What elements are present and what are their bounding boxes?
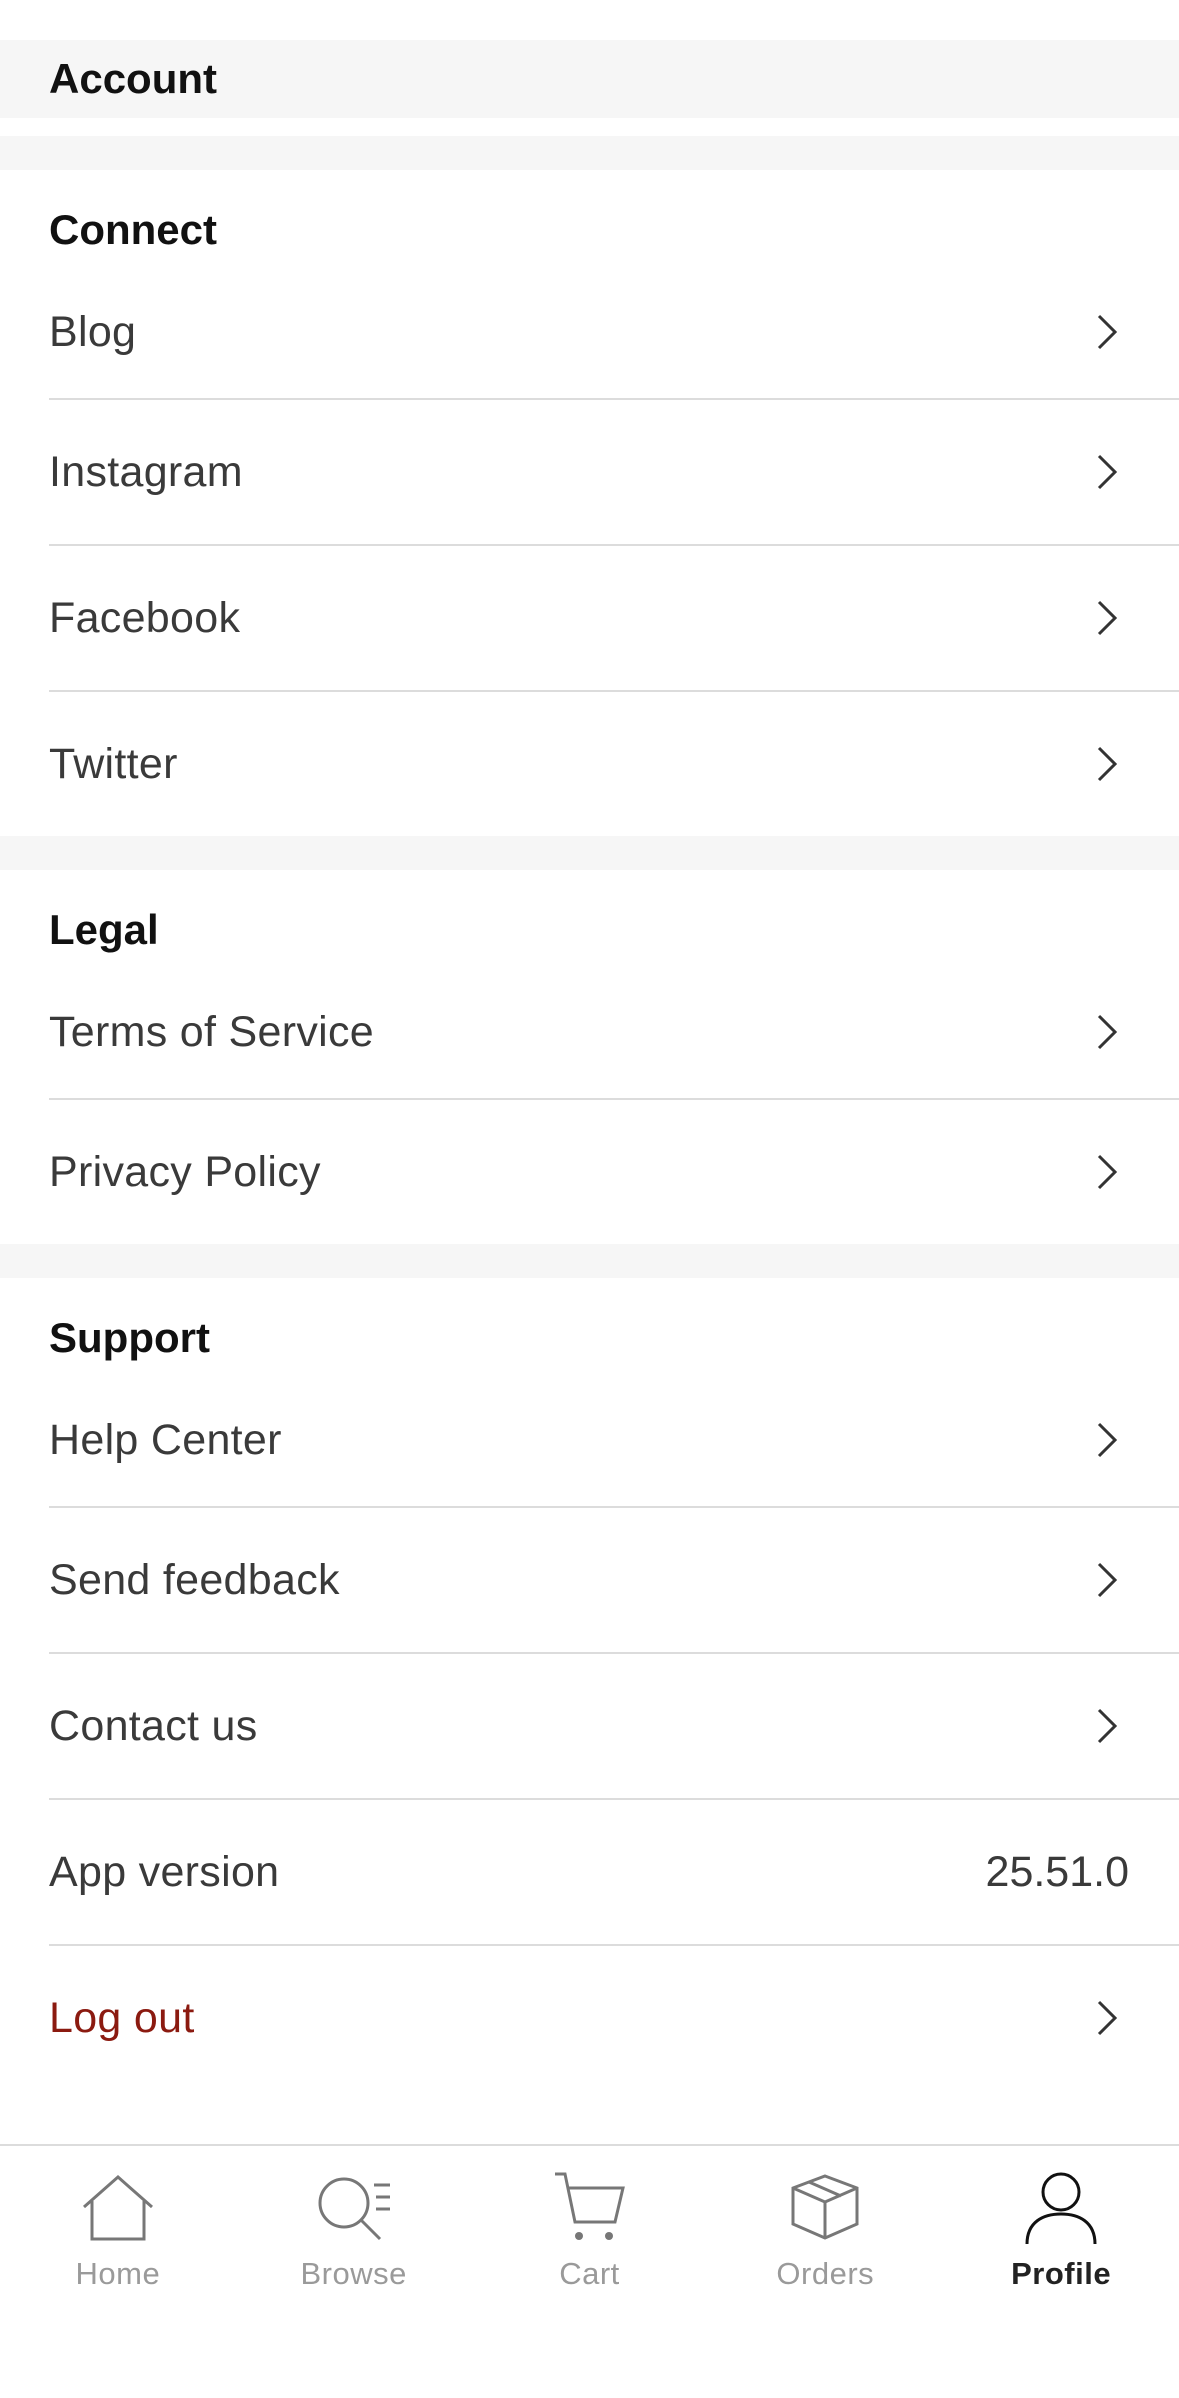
menu-item-label: Send feedback bbox=[49, 1555, 340, 1604]
box-icon bbox=[785, 2168, 865, 2248]
menu-item-instagram[interactable]: Instagram bbox=[49, 400, 1179, 546]
menu-item-blog[interactable]: Blog bbox=[49, 266, 1179, 400]
tab-browse[interactable]: Browse bbox=[236, 2146, 472, 2398]
home-icon bbox=[78, 2168, 158, 2248]
tab-home[interactable]: Home bbox=[0, 2146, 236, 2398]
menu-item-label: Instagram bbox=[49, 447, 243, 496]
tab-label: Browse bbox=[300, 2256, 407, 2291]
menu-item-twitter[interactable]: Twitter bbox=[49, 692, 1179, 836]
support-section: Support Help Center Send feedback Contac… bbox=[0, 1278, 1179, 2090]
tab-label: Cart bbox=[559, 2256, 620, 2291]
menu-item-privacy-policy[interactable]: Privacy Policy bbox=[49, 1100, 1179, 1244]
chevron-right-icon bbox=[1085, 1996, 1129, 2040]
app-version-label: App version bbox=[49, 1847, 280, 1896]
menu-item-send-feedback[interactable]: Send feedback bbox=[49, 1508, 1179, 1654]
tab-orders[interactable]: Orders bbox=[707, 2146, 943, 2398]
section-title-text: Support bbox=[49, 1314, 210, 1361]
chevron-right-icon bbox=[1085, 1150, 1129, 1194]
cart-icon bbox=[549, 2168, 629, 2248]
legal-section: Legal Terms of Service Privacy Policy bbox=[0, 870, 1179, 1244]
chevron-right-icon bbox=[1085, 310, 1129, 354]
menu-item-help-center[interactable]: Help Center bbox=[49, 1374, 1179, 1508]
chevron-right-icon bbox=[1085, 742, 1129, 786]
chevron-right-icon bbox=[1085, 596, 1129, 640]
menu-item-terms-of-service[interactable]: Terms of Service bbox=[49, 966, 1179, 1100]
tab-label: Orders bbox=[776, 2256, 875, 2291]
menu-item-label: Facebook bbox=[49, 593, 241, 642]
chevron-right-icon bbox=[1085, 1010, 1129, 1054]
section-title-text: Connect bbox=[49, 206, 217, 253]
menu-item-label: Contact us bbox=[49, 1701, 258, 1750]
section-divider bbox=[0, 836, 1179, 870]
tab-label: Profile bbox=[1011, 2256, 1112, 2291]
logout-button[interactable]: Log out bbox=[49, 1946, 1179, 2090]
menu-item-label: Twitter bbox=[49, 739, 178, 788]
chevron-right-icon bbox=[1085, 1704, 1129, 1748]
top-spacer bbox=[0, 0, 1179, 40]
logout-label: Log out bbox=[49, 1993, 195, 2042]
chevron-right-icon bbox=[1085, 450, 1129, 494]
menu-item-label: Privacy Policy bbox=[49, 1147, 321, 1196]
tab-cart[interactable]: Cart bbox=[472, 2146, 708, 2398]
connect-section: Connect Blog Instagram Facebook Twitter bbox=[0, 170, 1179, 836]
browse-search-icon bbox=[314, 2168, 394, 2248]
menu-item-label: Blog bbox=[49, 307, 137, 356]
chevron-right-icon bbox=[1085, 1418, 1129, 1462]
section-title-account: Account bbox=[49, 55, 217, 102]
section-header-account: Account bbox=[0, 40, 1179, 118]
menu-item-label: Terms of Service bbox=[49, 1007, 374, 1056]
menu-item-label: Help Center bbox=[49, 1415, 282, 1464]
chevron-right-icon bbox=[1085, 1558, 1129, 1602]
tab-label: Home bbox=[75, 2256, 161, 2291]
app-version-value: 25.51.0 bbox=[985, 1847, 1129, 1896]
app-version-row: App version 25.51.0 bbox=[49, 1800, 1179, 1946]
bottom-tab-bar: Home Browse Cart Orders Profile bbox=[0, 2144, 1179, 2398]
section-divider bbox=[0, 1244, 1179, 1278]
menu-item-contact-us[interactable]: Contact us bbox=[49, 1654, 1179, 1800]
tab-profile[interactable]: Profile bbox=[943, 2146, 1179, 2398]
section-divider bbox=[0, 136, 1179, 170]
person-icon bbox=[1021, 2168, 1101, 2248]
menu-item-facebook[interactable]: Facebook bbox=[49, 546, 1179, 692]
section-title-text: Legal bbox=[49, 906, 159, 953]
